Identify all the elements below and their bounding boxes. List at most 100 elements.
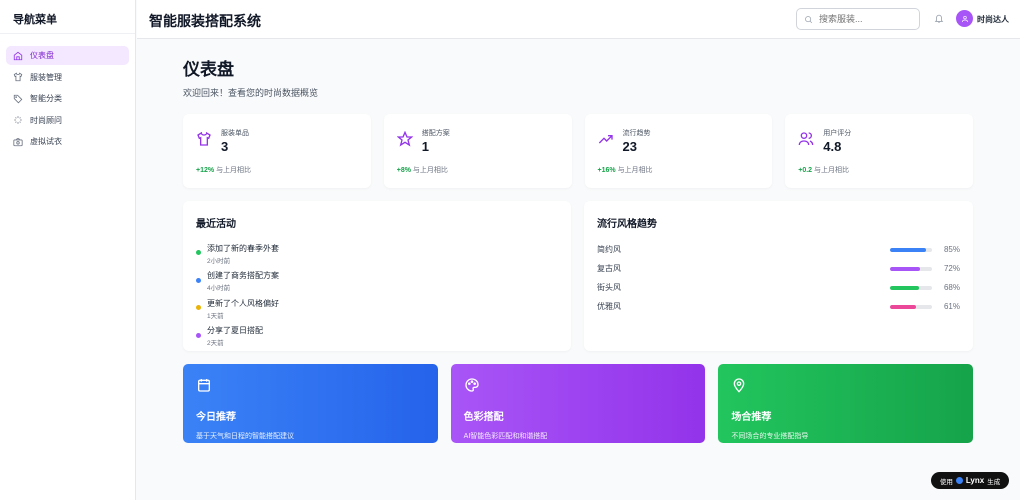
feature-title: 今日推荐 xyxy=(196,412,236,423)
status-dot xyxy=(196,305,201,311)
trend-name: 复古风 xyxy=(597,264,621,273)
calendar-icon xyxy=(198,379,210,392)
stat-change: +12% 与上月相比 xyxy=(196,167,252,174)
star-icon xyxy=(396,131,413,147)
trend-bar xyxy=(890,304,932,309)
panel-title: 最近活动 xyxy=(196,219,236,230)
trend-bar xyxy=(890,266,932,271)
sidebar-item-label: 服装管理 xyxy=(30,72,62,82)
lynx-logo-icon xyxy=(955,477,963,484)
trend-bar-fill xyxy=(890,266,921,271)
sidebar-item-label: 虚拟试衣 xyxy=(30,137,62,146)
activity-item: 添加了新的春季外套 2小时前 xyxy=(196,240,558,268)
status-dot xyxy=(196,277,201,283)
page-title: 仪表盘 xyxy=(183,60,234,79)
feature-desc: 基于天气和日程的智能搭配建议 xyxy=(196,433,294,440)
activity-text: 添加了新的春季外套 xyxy=(207,243,279,253)
feature-card-2[interactable]: 场合推荐不同场合的专业搭配指导 xyxy=(718,364,974,443)
sparkles-icon xyxy=(14,116,22,124)
trend-bar-fill xyxy=(890,247,926,252)
app-title: 智能服装搭配系统 xyxy=(149,13,261,29)
search-input[interactable] xyxy=(819,14,909,24)
stat-change: +8% 与上月相比 xyxy=(396,167,448,174)
stat-value: 1 xyxy=(421,139,429,154)
sidebar-item-label: 仪表盘 xyxy=(30,51,54,60)
feature-title: 场合推荐 xyxy=(731,412,772,423)
page-subtitle: 欢迎回来！查看您的时尚数据概览 xyxy=(183,88,319,98)
status-dot xyxy=(196,332,201,338)
feature-title: 色彩搭配 xyxy=(463,412,504,423)
user-name[interactable]: 时尚达人 xyxy=(977,14,1009,25)
sidebar-item-clothing[interactable]: 服装管理 xyxy=(6,68,129,87)
stat-change: +16% 与上月相比 xyxy=(597,167,653,174)
trend-percent: 85% xyxy=(943,245,960,254)
sidebar-item-fitting[interactable]: 虚拟试衣 xyxy=(6,132,129,151)
user-icon xyxy=(961,15,968,22)
trend-bar xyxy=(890,247,932,252)
sidebar-item-label: 时尚顾问 xyxy=(30,115,62,125)
feature-desc: AI智能色彩匹配和和谐搭配 xyxy=(463,433,548,440)
main-content: 仪表盘 欢迎回来！查看您的时尚数据概览 服装单品 3 +12% 与上月相比 搭配… xyxy=(183,55,974,443)
trend-item: 复古风 72% xyxy=(597,259,960,278)
trend-percent: 72% xyxy=(943,264,960,273)
lynx-badge[interactable]: 使用 Lynx 生成 xyxy=(931,472,1009,489)
trend-name: 街头风 xyxy=(597,283,621,292)
sidebar-item-label: 智能分类 xyxy=(30,94,62,103)
avatar[interactable] xyxy=(956,10,973,27)
home-icon xyxy=(13,51,23,60)
activity-text: 分享了夏日搭配 xyxy=(207,326,263,336)
tag-icon xyxy=(13,94,23,103)
activity-text: 创建了商务搭配方案 xyxy=(207,271,279,281)
sidebar-item-advisor[interactable]: 时尚顾问 xyxy=(6,111,129,130)
sidebar: 导航菜单 仪表盘 服装管理 智能分类 时尚顾问 虚拟试衣 xyxy=(0,0,136,500)
recent-activity-panel: 最近活动 添加了新的春季外套 2小时前创建了商务搭配方案 4小时前更新了个人风格偏好… xyxy=(183,201,571,351)
style-trends-panel: 流行风格趋势 简约风 85% 复古风 72% 街头风 68% 优雅风 61% xyxy=(584,201,973,351)
stat-change: +0.2 与上月相比 xyxy=(798,167,850,174)
activity-time: 2天前 xyxy=(207,340,224,348)
stat-value: 3 xyxy=(221,139,229,154)
search-box[interactable] xyxy=(796,8,920,30)
panel-title: 流行风格趋势 xyxy=(597,219,657,230)
shirt-icon xyxy=(197,131,211,146)
feature-card-0[interactable]: 今日推荐基于天气和日程的智能搭配建议 xyxy=(183,364,438,443)
trend-item: 优雅风 61% xyxy=(597,297,960,316)
sidebar-item-classify[interactable]: 智能分类 xyxy=(6,89,129,108)
trend-item: 简约风 85% xyxy=(597,240,960,259)
trend-bar xyxy=(890,285,932,290)
trend-item: 街头风 68% xyxy=(597,278,960,297)
sidebar-item-dashboard[interactable]: 仪表盘 xyxy=(6,46,129,65)
stat-card-rating: 用户评分 4.8 +0.2 与上月相比 xyxy=(785,114,973,188)
trend-name: 简约风 xyxy=(597,245,621,254)
activity-item: 更新了个人风格偏好 1天前 xyxy=(196,295,558,323)
feature-card-1[interactable]: 色彩搭配 AI智能色彩匹配和和谐搭配 xyxy=(450,364,706,443)
stat-label: 搭配方案 xyxy=(421,130,450,137)
activity-time: 4小时前 xyxy=(207,285,231,293)
stat-value: 4.8 xyxy=(823,139,842,154)
activity-time: 1天前 xyxy=(207,312,224,320)
stat-label: 流行趋势 xyxy=(622,130,651,137)
palette-icon xyxy=(465,378,479,392)
camera-icon xyxy=(13,137,23,146)
trend-bar-fill xyxy=(890,285,919,290)
trending-up-icon xyxy=(598,135,613,144)
trend-name: 优雅风 xyxy=(597,302,621,311)
activity-text: 更新了个人风格偏好 xyxy=(207,298,279,308)
status-dot xyxy=(196,250,201,256)
activity-time: 2小时前 xyxy=(207,257,231,265)
users-icon xyxy=(798,132,814,146)
trend-percent: 61% xyxy=(943,302,960,311)
trend-bar-fill xyxy=(890,304,916,309)
feature-desc: 不同场合的专业搭配指导 xyxy=(731,433,809,440)
shirt-icon xyxy=(13,72,23,82)
stat-label: 服装单品 xyxy=(221,130,249,137)
sidebar-title: 导航菜单 xyxy=(0,0,135,34)
trend-percent: 68% xyxy=(943,283,960,292)
activity-item: 分享了夏日搭配 2天前 xyxy=(196,323,558,351)
map-pin-icon xyxy=(734,378,745,393)
stat-card-trends: 流行趋势 23 +16% 与上月相比 xyxy=(584,114,773,188)
bell-icon[interactable] xyxy=(934,13,944,24)
stat-card-clothing: 服装单品 3 +12% 与上月相比 xyxy=(183,114,371,188)
stat-card-outfits: 搭配方案 1 +8% 与上月相比 xyxy=(383,114,572,188)
stat-label: 用户评分 xyxy=(823,130,852,137)
search-icon xyxy=(805,15,813,23)
